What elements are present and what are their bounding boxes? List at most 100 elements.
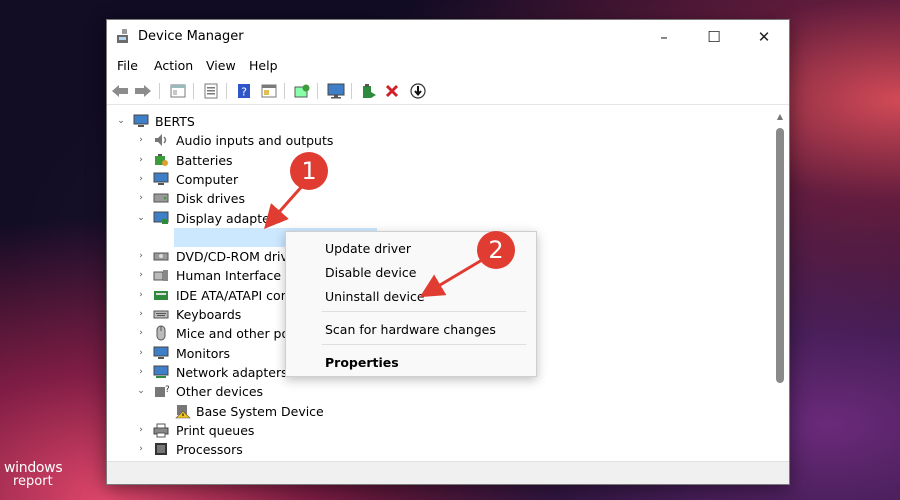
tree-item-label: Computer — [176, 171, 239, 187]
list-view-icon[interactable] — [202, 82, 220, 100]
keyboard-icon — [153, 310, 169, 319]
chevron-right-icon[interactable]: › — [136, 328, 146, 338]
tree-item-label: DVD/CD-ROM drive — [176, 249, 296, 265]
processor-icon — [155, 443, 167, 456]
context-uninstall-device[interactable]: Uninstall device — [325, 289, 425, 304]
tree-item-label: Processors — [176, 442, 243, 458]
monitor-icon[interactable] — [327, 82, 345, 100]
scrollbar-thumb[interactable] — [776, 128, 784, 383]
back-icon[interactable] — [111, 82, 129, 100]
vertical-scrollbar[interactable]: ▲ — [773, 111, 785, 457]
chevron-right-icon[interactable]: › — [136, 425, 146, 435]
close-button[interactable]: ✕ — [739, 20, 789, 54]
tree-item[interactable]: ⌄? Other devices — [107, 382, 767, 401]
tree-item-label: BERTS — [155, 114, 195, 129]
device-manager-icon — [117, 29, 128, 43]
tree-item-label: Mice and other poin — [176, 326, 301, 342]
chevron-right-icon[interactable]: › — [136, 309, 146, 319]
menu-help[interactable]: Help — [249, 58, 278, 73]
tree-item-label: Print queues — [176, 422, 255, 438]
mouse-icon — [156, 325, 166, 341]
context-properties[interactable]: Properties — [325, 355, 399, 370]
toolbar-separator — [159, 83, 160, 99]
logo-line-2: report — [13, 474, 53, 489]
maximize-icon: ☐ — [707, 28, 721, 46]
toolbar-separator — [351, 83, 352, 99]
toolbar-separator — [226, 83, 227, 99]
windows-report-logo: windows report — [4, 461, 63, 489]
disk-drive-icon — [153, 193, 169, 203]
scan-hardware-icon[interactable] — [293, 82, 311, 100]
close-icon: ✕ — [757, 28, 771, 46]
add-driver-icon[interactable] — [360, 82, 378, 100]
properties-panel-icon[interactable] — [169, 82, 187, 100]
scroll-up-icon[interactable]: ▲ — [775, 113, 785, 121]
svg-text:?: ? — [165, 385, 169, 395]
chevron-right-icon[interactable]: › — [136, 290, 146, 300]
tree-item-label: Monitors — [176, 345, 231, 361]
monitor-icon — [153, 346, 169, 359]
toolbar-separator — [193, 83, 194, 99]
context-update-driver[interactable]: Update driver — [325, 241, 411, 256]
dvd-icon — [153, 252, 169, 261]
other-devices-icon: ? — [155, 385, 169, 398]
computer-icon — [153, 172, 169, 185]
network-icon — [153, 365, 169, 378]
maximize-button[interactable]: ☐ — [689, 20, 739, 54]
chevron-down-icon[interactable]: ⌄ — [136, 213, 146, 223]
tree-item-label: Other devices — [176, 384, 264, 400]
tree-item-label: Network adapters — [176, 364, 288, 380]
chevron-right-icon[interactable]: › — [136, 367, 146, 377]
chevron-right-icon[interactable]: › — [136, 193, 146, 203]
details-icon[interactable] — [260, 82, 278, 100]
tree-item-label: Batteries — [176, 152, 233, 168]
tree-item-label: Keyboards — [176, 307, 242, 322]
tree-item-label: Base System Device — [196, 403, 324, 419]
chevron-right-icon[interactable]: › — [136, 444, 146, 454]
annotation-badge-1: 1 — [290, 152, 328, 190]
chevron-right-icon[interactable]: › — [136, 174, 146, 184]
printer-icon — [153, 423, 169, 438]
display-adapter-icon — [153, 211, 169, 224]
chevron-right-icon[interactable]: › — [136, 135, 146, 145]
tree-item[interactable]: › Audio inputs and outputs — [107, 131, 767, 150]
window-title: Device Manager — [138, 29, 244, 44]
hid-icon — [153, 270, 168, 282]
download-icon[interactable] — [409, 82, 427, 100]
context-scan-hardware[interactable]: Scan for hardware changes — [325, 322, 496, 337]
tree-item[interactable]: › Print queues — [107, 421, 767, 440]
tree-item-label: Audio inputs and outputs — [176, 133, 334, 149]
forward-icon[interactable] — [134, 82, 152, 100]
chevron-right-icon[interactable]: › — [136, 348, 146, 358]
tree-item[interactable]: › Computer — [107, 170, 767, 189]
menu-view[interactable]: View — [206, 58, 236, 73]
tree-item-label: Human Interface De — [176, 268, 303, 284]
chevron-right-icon[interactable]: › — [136, 155, 146, 165]
chevron-right-icon[interactable]: › — [136, 270, 146, 280]
menu-separator — [322, 311, 526, 312]
context-disable-device[interactable]: Disable device — [325, 265, 416, 280]
annotation-badge-2: 2 — [477, 231, 515, 269]
tree-item[interactable]: › Batteries — [107, 151, 767, 170]
tree-item-label: Display adapters — [176, 210, 282, 226]
tree-root-berts[interactable]: ⌄ BERTS — [107, 112, 767, 131]
chevron-down-icon[interactable]: ⌄ — [136, 386, 146, 396]
help-icon[interactable]: ? — [235, 82, 253, 100]
tree-item[interactable]: › Disk drives — [107, 189, 767, 208]
toolbar-separator — [317, 83, 318, 99]
tree-item[interactable]: ⌄ Display adapters — [107, 209, 767, 228]
minimize-button[interactable]: – — [639, 20, 689, 54]
menu-action[interactable]: Action — [154, 58, 193, 73]
menu-file[interactable]: File — [117, 58, 138, 73]
speaker-icon — [155, 134, 167, 147]
delete-icon[interactable] — [383, 82, 401, 100]
svg-text:?: ? — [241, 86, 247, 99]
chevron-down-icon[interactable]: ⌄ — [116, 116, 126, 126]
tree-item[interactable]: › Processors — [107, 440, 767, 459]
toolbar-separator — [284, 83, 285, 99]
tree-item-label: Disk drives — [176, 191, 245, 207]
tree-item-child[interactable]: Base System Device — [107, 402, 767, 421]
computer-root-icon — [133, 114, 149, 127]
chevron-right-icon[interactable]: › — [136, 251, 146, 261]
toolbar: ? — [107, 78, 789, 105]
